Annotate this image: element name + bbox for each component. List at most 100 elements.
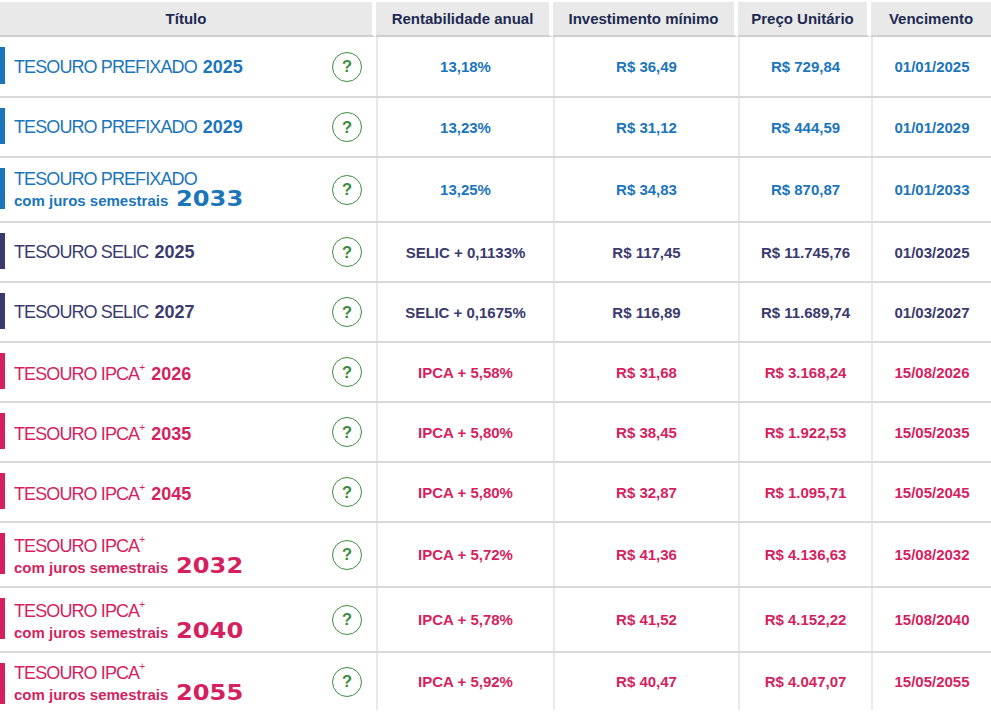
plus-superscript: + bbox=[139, 362, 145, 373]
help-icon[interactable]: ? bbox=[332, 237, 362, 267]
bond-year: 2025 bbox=[203, 57, 243, 77]
bond-row[interactable]: TESOURO PREFIXADO 2025?13,18%R$ 36,49R$ … bbox=[0, 37, 991, 96]
bond-year: 2045 bbox=[151, 484, 191, 504]
unit-price: R$ 4.152,22 bbox=[738, 588, 871, 651]
help-icon[interactable]: ? bbox=[332, 357, 362, 387]
plus-superscript: + bbox=[139, 422, 145, 433]
help-icon[interactable]: ? bbox=[332, 52, 362, 82]
unit-price: R$ 1.922,53 bbox=[738, 403, 871, 461]
annual-rate: 13,25% bbox=[376, 158, 553, 221]
bond-name: TESOURO PREFIXADO 2029 bbox=[0, 117, 243, 137]
row-accent-bar bbox=[0, 598, 5, 639]
row-accent-bar bbox=[0, 413, 5, 449]
bond-title-cell: TESOURO IPCA+ 2026? bbox=[0, 343, 376, 401]
plus-superscript: + bbox=[139, 534, 145, 545]
min-investment: R$ 116,89 bbox=[553, 283, 738, 341]
bond-row[interactable]: TESOURO IPCA+com juros semestrais 2055?I… bbox=[0, 651, 991, 715]
help-icon[interactable]: ? bbox=[332, 477, 362, 507]
unit-price: R$ 3.168,24 bbox=[738, 343, 871, 401]
bond-title-cell: TESOURO PREFIXADO 2025? bbox=[0, 37, 376, 96]
unit-price: R$ 1.095,71 bbox=[738, 463, 871, 521]
row-accent-bar bbox=[0, 47, 5, 84]
min-investment: R$ 32,87 bbox=[553, 463, 738, 521]
column-header-investimento: Investimento mínimo bbox=[553, 2, 738, 37]
bond-year: 2025 bbox=[154, 242, 194, 262]
bond-name: TESOURO IPCA+ 2045 bbox=[0, 480, 191, 504]
bond-year: 2055 bbox=[176, 683, 243, 703]
table-body: TESOURO PREFIXADO 2025?13,18%R$ 36,49R$ … bbox=[0, 37, 991, 715]
row-accent-bar bbox=[0, 233, 5, 269]
unit-price: R$ 11.689,74 bbox=[738, 283, 871, 341]
plus-superscript: + bbox=[139, 661, 145, 672]
bond-table: Título Rentabilidade anual Investimento … bbox=[0, 0, 991, 715]
bond-title-cell: TESOURO PREFIXADO 2029? bbox=[0, 98, 376, 156]
bond-row[interactable]: TESOURO SELIC 2025?SELIC + 0,1133%R$ 117… bbox=[0, 221, 991, 281]
maturity-date: 01/01/2033 bbox=[871, 158, 991, 221]
bond-row[interactable]: TESOURO PREFIXADOcom juros semestrais 20… bbox=[0, 156, 991, 221]
help-icon[interactable]: ? bbox=[332, 175, 362, 205]
bond-title-cell: TESOURO IPCA+com juros semestrais 2055? bbox=[0, 653, 376, 710]
unit-price: R$ 444,59 bbox=[738, 98, 871, 156]
maturity-date: 15/08/2032 bbox=[871, 523, 991, 586]
annual-rate: SELIC + 0,1133% bbox=[376, 223, 553, 281]
bond-name: TESOURO PREFIXADO 2025 bbox=[0, 57, 243, 77]
maturity-date: 15/08/2026 bbox=[871, 343, 991, 401]
help-icon[interactable]: ? bbox=[332, 417, 362, 447]
row-accent-bar bbox=[0, 473, 5, 509]
unit-price: R$ 4.136,63 bbox=[738, 523, 871, 586]
bond-subtitle: com juros semestrais 2055 bbox=[14, 683, 235, 705]
min-investment: R$ 31,12 bbox=[553, 98, 738, 156]
bond-row[interactable]: TESOURO IPCA+ 2026?IPCA + 5,58%R$ 31,68R… bbox=[0, 341, 991, 401]
min-investment: R$ 41,52 bbox=[553, 588, 738, 651]
bond-row[interactable]: TESOURO PREFIXADO 2029?13,23%R$ 31,12R$ … bbox=[0, 96, 991, 156]
min-investment: R$ 117,45 bbox=[553, 223, 738, 281]
row-accent-bar bbox=[0, 293, 5, 329]
bond-year: 2035 bbox=[151, 424, 191, 444]
annual-rate: SELIC + 0,1675% bbox=[376, 283, 553, 341]
unit-price: R$ 870,87 bbox=[738, 158, 871, 221]
bond-title-cell: TESOURO IPCA+ 2045? bbox=[0, 463, 376, 521]
row-accent-bar bbox=[0, 108, 5, 144]
bond-row[interactable]: TESOURO IPCA+com juros semestrais 2032?I… bbox=[0, 521, 991, 586]
unit-price: R$ 729,84 bbox=[738, 37, 871, 96]
annual-rate: 13,18% bbox=[376, 37, 553, 96]
annual-rate: 13,23% bbox=[376, 98, 553, 156]
help-icon[interactable]: ? bbox=[332, 112, 362, 142]
bond-name: TESOURO SELIC 2027 bbox=[0, 302, 194, 322]
bond-name: TESOURO PREFIXADOcom juros semestrais 20… bbox=[0, 169, 235, 211]
table-header: Título Rentabilidade anual Investimento … bbox=[0, 2, 991, 37]
min-investment: R$ 36,49 bbox=[553, 37, 738, 96]
maturity-date: 15/05/2055 bbox=[871, 653, 991, 710]
maturity-date: 15/08/2040 bbox=[871, 588, 991, 651]
maturity-date: 01/01/2025 bbox=[871, 37, 991, 96]
plus-superscript: + bbox=[139, 599, 145, 610]
bond-row[interactable]: TESOURO IPCA+ 2035?IPCA + 5,80%R$ 38,45R… bbox=[0, 401, 991, 461]
column-header-rentabilidade: Rentabilidade anual bbox=[376, 2, 553, 37]
bond-title-cell: TESOURO SELIC 2027? bbox=[0, 283, 376, 341]
bond-name: TESOURO IPCA+ 2026 bbox=[0, 360, 191, 384]
maturity-date: 15/05/2045 bbox=[871, 463, 991, 521]
row-accent-bar bbox=[0, 168, 5, 209]
bond-subtitle: com juros semestrais 2033 bbox=[14, 189, 235, 211]
min-investment: R$ 34,83 bbox=[553, 158, 738, 221]
bond-name: TESOURO IPCA+ 2035 bbox=[0, 420, 191, 444]
help-icon[interactable]: ? bbox=[332, 297, 362, 327]
row-accent-bar bbox=[0, 533, 5, 574]
column-header-preco: Preço Unitário bbox=[738, 2, 871, 37]
bond-row[interactable]: TESOURO SELIC 2027?SELIC + 0,1675%R$ 116… bbox=[0, 281, 991, 341]
help-icon[interactable]: ? bbox=[332, 605, 362, 635]
min-investment: R$ 38,45 bbox=[553, 403, 738, 461]
help-icon[interactable]: ? bbox=[332, 667, 362, 697]
unit-price: R$ 11.745,76 bbox=[738, 223, 871, 281]
unit-price: R$ 4.047,07 bbox=[738, 653, 871, 710]
bond-title-cell: TESOURO PREFIXADOcom juros semestrais 20… bbox=[0, 158, 376, 221]
bond-title-cell: TESOURO IPCA+com juros semestrais 2040? bbox=[0, 588, 376, 651]
min-investment: R$ 31,68 bbox=[553, 343, 738, 401]
maturity-date: 01/03/2027 bbox=[871, 283, 991, 341]
maturity-date: 01/03/2025 bbox=[871, 223, 991, 281]
bond-row[interactable]: TESOURO IPCA+ 2045?IPCA + 5,80%R$ 32,87R… bbox=[0, 461, 991, 521]
help-icon[interactable]: ? bbox=[332, 540, 362, 570]
bond-row[interactable]: TESOURO IPCA+com juros semestrais 2040?I… bbox=[0, 586, 991, 651]
bond-subtitle: com juros semestrais 2032 bbox=[14, 556, 235, 578]
min-investment: R$ 41,36 bbox=[553, 523, 738, 586]
